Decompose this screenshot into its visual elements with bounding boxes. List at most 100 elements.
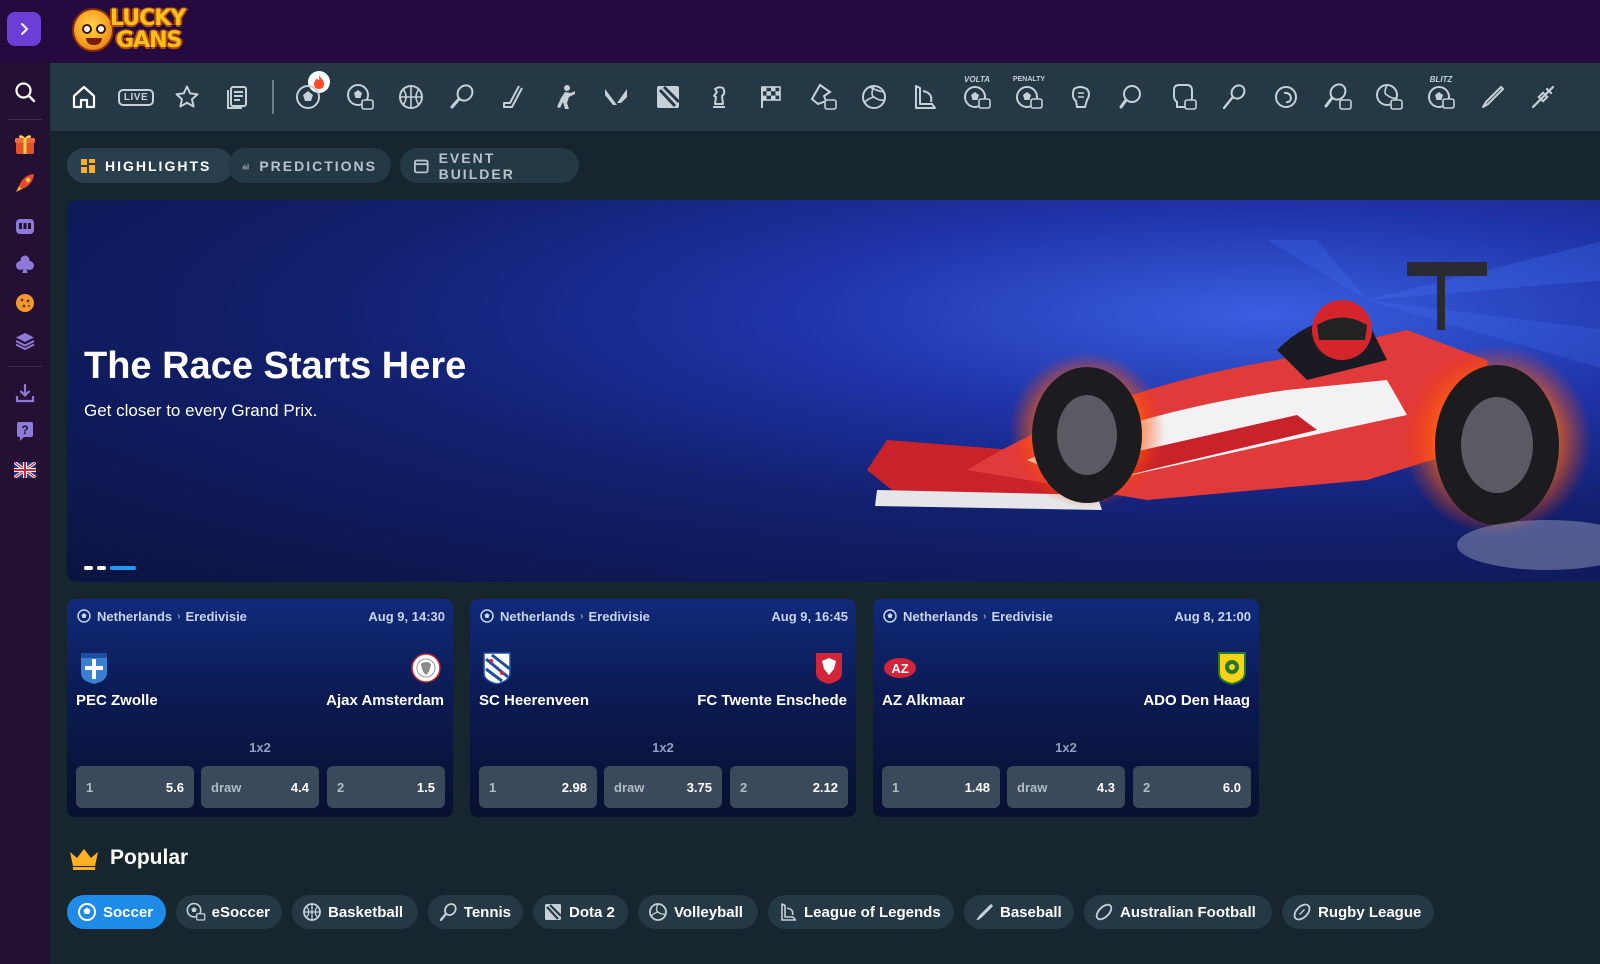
odd-button-away[interactable]: 2 6.0 (1133, 766, 1251, 808)
tab-predictions[interactable]: PREDICTIONS (228, 148, 391, 183)
logo-text-gans: GANS (116, 28, 182, 53)
handball-icon[interactable] (1270, 81, 1302, 113)
lucky-gans-logo[interactable]: LUCKY GANS (72, 2, 202, 58)
odd-button-draw[interactable]: draw 3.75 (604, 766, 722, 808)
market-label: 1x2 (249, 740, 271, 755)
basketball-icon[interactable] (395, 81, 427, 113)
club-suit-icon[interactable] (9, 248, 41, 280)
home-team: SC Heerenveen (479, 692, 590, 709)
match-card[interactable]: Netherlands › Eredivisie Aug 9, 16:45 SC… (470, 599, 856, 817)
badminton-icon[interactable] (1218, 81, 1250, 113)
volleyball-icon[interactable] (858, 81, 890, 113)
dota2-icon (545, 904, 562, 920)
uk-flag-icon[interactable] (9, 454, 41, 486)
odd-button-draw[interactable]: draw 4.3 (1007, 766, 1125, 808)
esoccer-icon[interactable] (344, 81, 376, 113)
match-date: Aug 9, 16:45 (771, 608, 848, 624)
tab-highlights[interactable]: HIGHLIGHTS (67, 148, 233, 183)
darts-icon[interactable] (1527, 81, 1559, 113)
svg-text:AZ: AZ (891, 661, 908, 676)
ado-den-haag-logo (1218, 652, 1246, 685)
download-icon[interactable] (9, 377, 41, 409)
ebasketball-icon[interactable] (807, 81, 839, 113)
tennis-icon[interactable] (446, 81, 478, 113)
counter-strike-icon[interactable] (549, 81, 581, 113)
match-country: Netherlands (500, 608, 576, 624)
evolleyball-icon[interactable] (1373, 81, 1405, 113)
pill-rugby-league[interactable]: Rugby League (1282, 895, 1434, 929)
volta-icon[interactable]: VOLTA (961, 76, 993, 113)
tab-event-builder-label: EVENT BUILDER (438, 149, 515, 182)
mma-icon[interactable] (1064, 81, 1096, 113)
betslip-icon[interactable] (222, 81, 254, 113)
league-of-legends-icon[interactable] (909, 81, 941, 113)
pagination-dot[interactable] (97, 566, 106, 570)
pill-esoccer[interactable]: eSoccer (176, 895, 282, 929)
boxing-icon[interactable] (1167, 81, 1199, 113)
odd-button-home[interactable]: 1 1.48 (882, 766, 1000, 808)
match-card[interactable]: Netherlands › Eredivisie Aug 9, 14:30 PE… (67, 599, 453, 817)
pagination-dot[interactable] (84, 566, 93, 570)
pec-zwolle-logo (81, 653, 107, 684)
slot-machine-icon[interactable] (9, 210, 41, 242)
hockey-icon[interactable] (497, 81, 529, 113)
dota2-icon[interactable] (652, 81, 684, 113)
match-league: Eredivisie (588, 608, 650, 624)
match-header: Netherlands › Eredivisie Aug 9, 14:30 (77, 607, 445, 625)
promo-banner[interactable]: The Race Starts Here Get closer to every… (67, 200, 1600, 582)
hot-soccer-icon[interactable] (292, 81, 324, 113)
pill-baseball[interactable]: Baseball (964, 895, 1074, 929)
pill-australian-football[interactable]: Australian Football (1084, 895, 1272, 929)
live-icon[interactable]: LIVE (117, 81, 155, 113)
odd-button-away[interactable]: 2 2.12 (730, 766, 848, 808)
home-icon[interactable] (68, 81, 100, 113)
breadcrumb-separator: › (983, 610, 987, 622)
sidebar-expand-button[interactable] (7, 12, 41, 46)
pill-soccer[interactable]: Soccer (67, 895, 166, 929)
australian-football-icon (1095, 903, 1113, 921)
odd-button-home[interactable]: 1 5.6 (76, 766, 194, 808)
away-team: FC Twente Enschede (697, 692, 847, 709)
volleyball-icon (649, 903, 667, 921)
svg-text:?: ? (21, 423, 28, 437)
rocket-icon[interactable] (9, 167, 41, 199)
valorant-icon[interactable] (600, 81, 632, 113)
odd-button-away[interactable]: 2 1.5 (327, 766, 445, 808)
baseball-icon[interactable] (1476, 81, 1508, 113)
gift-icon[interactable] (9, 128, 41, 160)
pill-tennis[interactable]: Tennis (428, 895, 523, 929)
pagination-dot-active[interactable] (110, 566, 136, 570)
pill-dota2[interactable]: Dota 2 (533, 895, 628, 929)
match-card[interactable]: Netherlands › Eredivisie Aug 8, 21:00 AZ… (873, 599, 1259, 817)
fc-twente-logo (816, 653, 842, 684)
baseball-cookie-icon[interactable] (9, 287, 41, 319)
match-header: Netherlands › Eredivisie Aug 8, 21:00 (883, 607, 1251, 625)
match-header: Netherlands › Eredivisie Aug 9, 16:45 (480, 607, 848, 625)
blitz-icon[interactable]: BLITZ (1425, 76, 1457, 113)
ajax-logo (411, 653, 441, 683)
penalty-icon[interactable]: PENALTY (1013, 76, 1045, 113)
race-car-image (867, 240, 1600, 570)
etennis-icon[interactable] (1322, 81, 1354, 113)
logo-mascot-icon (72, 8, 114, 52)
help-icon[interactable]: ? (9, 415, 41, 447)
odd-button-draw[interactable]: draw 4.4 (201, 766, 319, 808)
table-tennis-icon[interactable] (1115, 81, 1147, 113)
racing-flag-icon[interactable] (755, 81, 787, 113)
pill-volleyball[interactable]: Volleyball (638, 895, 758, 929)
tab-event-builder[interactable]: EVENT BUILDER (400, 148, 579, 183)
match-date: Aug 9, 14:30 (368, 608, 445, 624)
favorites-star-icon[interactable] (171, 81, 203, 113)
pill-basketball[interactable]: Basketball (292, 895, 418, 929)
top-header: LUCKY GANS (0, 0, 1600, 63)
odd-button-home[interactable]: 1 2.98 (479, 766, 597, 808)
crown-icon (70, 849, 98, 870)
chess-icon[interactable] (703, 81, 735, 113)
baseball-icon (976, 904, 993, 921)
pill-league-of-legends[interactable]: League of Legends (768, 895, 954, 929)
layers-icon[interactable] (9, 325, 41, 357)
league-of-legends-icon (781, 903, 797, 921)
search-icon[interactable] (9, 76, 41, 108)
chart-icon (242, 163, 249, 169)
nav-divider (272, 80, 274, 114)
